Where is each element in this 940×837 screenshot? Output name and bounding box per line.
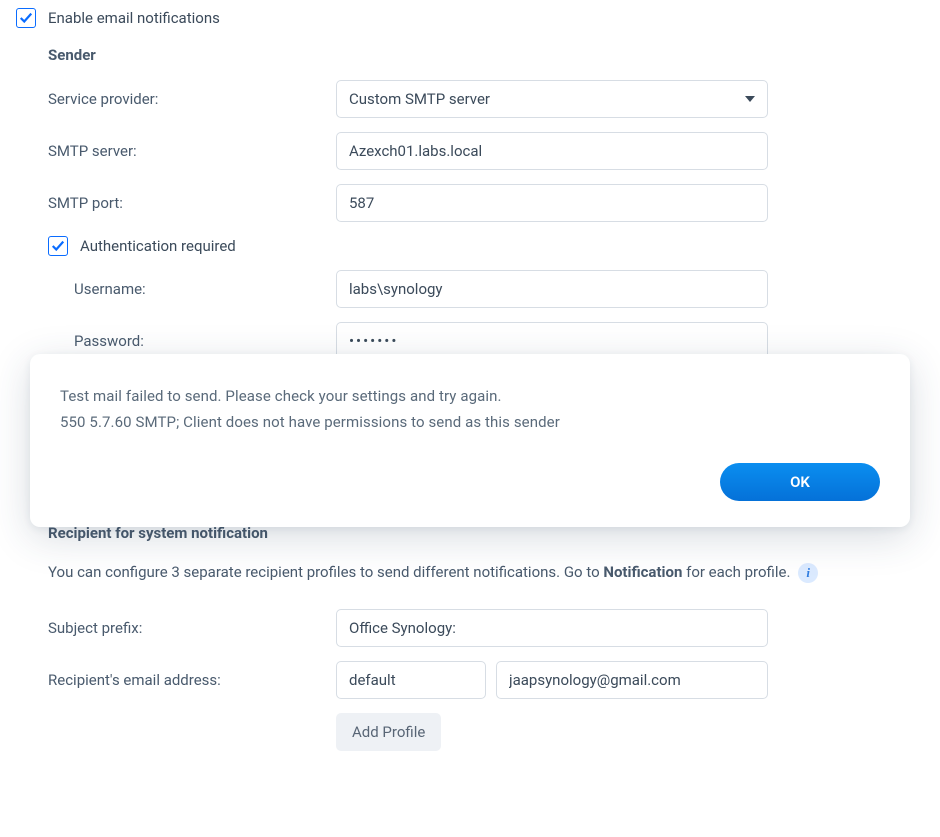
chevron-down-icon — [745, 96, 755, 102]
sender-heading: Sender — [48, 46, 940, 64]
recipient-section: Recipient for system notification You ca… — [0, 524, 940, 751]
auth-required-checkbox[interactable] — [48, 236, 68, 256]
enable-email-checkbox[interactable] — [16, 8, 36, 28]
recipient-desc-bold: Notification — [603, 563, 682, 581]
info-icon[interactable]: i — [798, 563, 818, 583]
add-profile-row: Add Profile — [48, 713, 940, 751]
smtp-port-input[interactable] — [336, 184, 768, 222]
error-dialog: Test mail failed to send. Please check y… — [30, 354, 910, 527]
username-input[interactable] — [336, 270, 768, 308]
check-icon — [51, 239, 65, 253]
enable-email-row: Enable email notifications — [0, 8, 940, 28]
subject-prefix-label: Subject prefix: — [48, 619, 336, 637]
username-row: Username: — [74, 270, 940, 308]
auth-required-row: Authentication required — [0, 236, 940, 256]
smtp-server-input[interactable] — [336, 132, 768, 170]
service-provider-row: Service provider: Custom SMTP server — [48, 80, 940, 118]
service-provider-label: Service provider: — [48, 90, 336, 108]
subject-prefix-input[interactable] — [336, 609, 768, 647]
recipient-email-row: Recipient's email address: — [48, 661, 940, 699]
username-label: Username: — [74, 280, 336, 298]
add-profile-button[interactable]: Add Profile — [336, 713, 441, 751]
check-icon — [19, 11, 33, 25]
service-provider-value: Custom SMTP server — [349, 90, 490, 108]
password-label: Password: — [74, 332, 336, 350]
smtp-server-row: SMTP server: — [48, 132, 940, 170]
recipient-desc-prefix: You can configure 3 separate recipient p… — [48, 563, 603, 581]
recipient-desc-suffix: for each profile. — [682, 563, 790, 581]
auth-required-label: Authentication required — [80, 237, 236, 255]
error-message: Test mail failed to send. Please check y… — [60, 384, 880, 435]
ok-button[interactable]: OK — [720, 463, 880, 501]
recipient-email-label: Recipient's email address: — [48, 671, 336, 689]
smtp-port-label: SMTP port: — [48, 194, 336, 212]
smtp-port-row: SMTP port: — [48, 184, 940, 222]
error-message-line1: Test mail failed to send. Please check y… — [60, 384, 880, 410]
recipient-description: You can configure 3 separate recipient p… — [48, 558, 940, 587]
recipient-profile-input[interactable] — [336, 661, 486, 699]
service-provider-select[interactable]: Custom SMTP server — [336, 80, 768, 118]
enable-email-label: Enable email notifications — [48, 9, 220, 27]
auth-fields: Username: Password: — [0, 270, 940, 360]
smtp-server-label: SMTP server: — [48, 142, 336, 160]
subject-prefix-row: Subject prefix: — [48, 609, 940, 647]
recipient-email-input[interactable] — [496, 661, 768, 699]
error-message-line2: 550 5.7.60 SMTP; Client does not have pe… — [60, 410, 880, 436]
sender-section: Sender Service provider: Custom SMTP ser… — [0, 46, 940, 222]
